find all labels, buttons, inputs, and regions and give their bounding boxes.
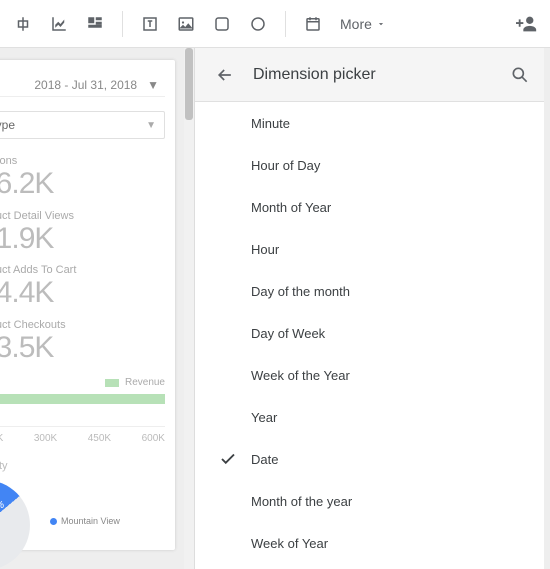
dimension-item[interactable]: Day of the month bbox=[195, 270, 550, 312]
dimension-item[interactable]: Year bbox=[195, 396, 550, 438]
dimension-item[interactable]: Day of Week bbox=[195, 312, 550, 354]
dimension-item-label: Month of Year bbox=[251, 200, 331, 215]
metric-label: essions bbox=[0, 155, 165, 167]
metric-value: 41.9K bbox=[0, 222, 165, 257]
pie-slice-pct: 14% bbox=[0, 500, 4, 511]
type-select[interactable]: Type ▼ bbox=[0, 111, 165, 139]
check-icon bbox=[219, 450, 237, 468]
text-icon[interactable] bbox=[133, 7, 167, 41]
panel-title: Dimension picker bbox=[253, 66, 376, 84]
rectangle-icon[interactable] bbox=[205, 7, 239, 41]
dimension-item-label: Hour of Day bbox=[251, 158, 320, 173]
dimension-picker-panel: Dimension picker Minute Hour of Day Month … bbox=[194, 48, 550, 569]
legend-swatch bbox=[105, 379, 119, 387]
dimension-item-label: Year bbox=[251, 410, 277, 425]
metric-value: 14.4K bbox=[0, 276, 165, 311]
pie-graphic bbox=[0, 480, 30, 569]
dimension-item-label: Minute bbox=[251, 116, 290, 131]
legend-label: Revenue bbox=[125, 377, 165, 388]
caret-down-icon: ▼ bbox=[146, 120, 156, 131]
dimension-item-label: Week of Year bbox=[251, 536, 328, 551]
legend: Revenue bbox=[0, 377, 165, 388]
dimension-item-label: Hour bbox=[251, 242, 279, 257]
metric-label: roduct Detail Views bbox=[0, 210, 165, 222]
bar-chart bbox=[0, 394, 165, 404]
search-button[interactable] bbox=[506, 61, 534, 89]
pie-chart: 14% Mountain View bbox=[0, 480, 165, 540]
metric-value: 23.5K bbox=[0, 331, 165, 366]
legend-dot bbox=[50, 518, 57, 525]
axis-tick: 600K bbox=[142, 433, 165, 444]
dimension-item[interactable]: Minute bbox=[195, 102, 550, 144]
caret-down-icon bbox=[376, 19, 386, 29]
dimension-item-label: Day of Week bbox=[251, 326, 325, 341]
dimension-item[interactable]: Hour bbox=[195, 228, 550, 270]
panel-header: Dimension picker bbox=[195, 48, 550, 102]
scrollbar-thumb[interactable] bbox=[185, 48, 193, 120]
dimension-item[interactable]: Month of Year bbox=[195, 186, 550, 228]
back-button[interactable] bbox=[211, 61, 239, 89]
canvas-area: 2018 - Jul 31, 2018 ▼ Type ▼ essions76.2… bbox=[0, 48, 194, 569]
axis-tick: 300K bbox=[34, 433, 57, 444]
metric-label: roduct Adds To Cart bbox=[0, 264, 165, 276]
dimension-item[interactable]: Week of Year bbox=[195, 522, 550, 564]
chart-icon[interactable] bbox=[42, 7, 76, 41]
caret-down-icon: ▼ bbox=[147, 78, 159, 92]
scrollbar[interactable] bbox=[184, 48, 194, 569]
image-icon[interactable] bbox=[169, 7, 203, 41]
dimension-item-label: Week of the Year bbox=[251, 368, 350, 383]
report-card: 2018 - Jul 31, 2018 ▼ Type ▼ essions76.2… bbox=[0, 60, 175, 550]
pie-legend: Mountain View bbox=[50, 516, 120, 526]
scorecard-icon[interactable] bbox=[78, 7, 112, 41]
dimension-item[interactable]: Week of the Year bbox=[195, 354, 550, 396]
axis: 150K 300K 450K 600K bbox=[0, 426, 165, 452]
right-gutter bbox=[544, 48, 550, 569]
dimension-item-label: Date bbox=[251, 452, 278, 467]
date-range-text: 2018 - Jul 31, 2018 bbox=[34, 78, 137, 92]
dimension-item[interactable]: Hour of Day bbox=[195, 144, 550, 186]
pie-legend-label: Mountain View bbox=[61, 516, 120, 526]
dimension-item-label: Month of the year bbox=[251, 494, 352, 509]
separator bbox=[122, 11, 123, 37]
dimension-item[interactable]: Date bbox=[195, 438, 550, 480]
date-range-icon[interactable] bbox=[296, 7, 330, 41]
separator bbox=[285, 11, 286, 37]
date-range-control[interactable]: 2018 - Jul 31, 2018 ▼ bbox=[0, 74, 165, 97]
axis-tick: 150K bbox=[0, 433, 3, 444]
workspace: 2018 - Jul 31, 2018 ▼ Type ▼ essions76.2… bbox=[0, 48, 550, 569]
align-center-icon[interactable] bbox=[6, 7, 40, 41]
dimension-list: Minute Hour of Day Month of Year Hour Day of… bbox=[195, 102, 550, 569]
type-label: Type bbox=[0, 118, 15, 132]
axis-tick: 450K bbox=[88, 433, 111, 444]
section-subhead: y City bbox=[0, 460, 165, 472]
toolbar: More bbox=[0, 0, 550, 48]
circle-icon[interactable] bbox=[241, 7, 275, 41]
metric-value: 76.2K bbox=[0, 167, 165, 202]
more-label: More bbox=[340, 16, 372, 32]
add-person-icon[interactable] bbox=[510, 7, 544, 41]
metric-label: roduct Checkouts bbox=[0, 319, 165, 331]
dimension-item-label: Day of the month bbox=[251, 284, 350, 299]
more-button[interactable]: More bbox=[332, 7, 394, 41]
dimension-item[interactable]: Month of the year bbox=[195, 480, 550, 522]
